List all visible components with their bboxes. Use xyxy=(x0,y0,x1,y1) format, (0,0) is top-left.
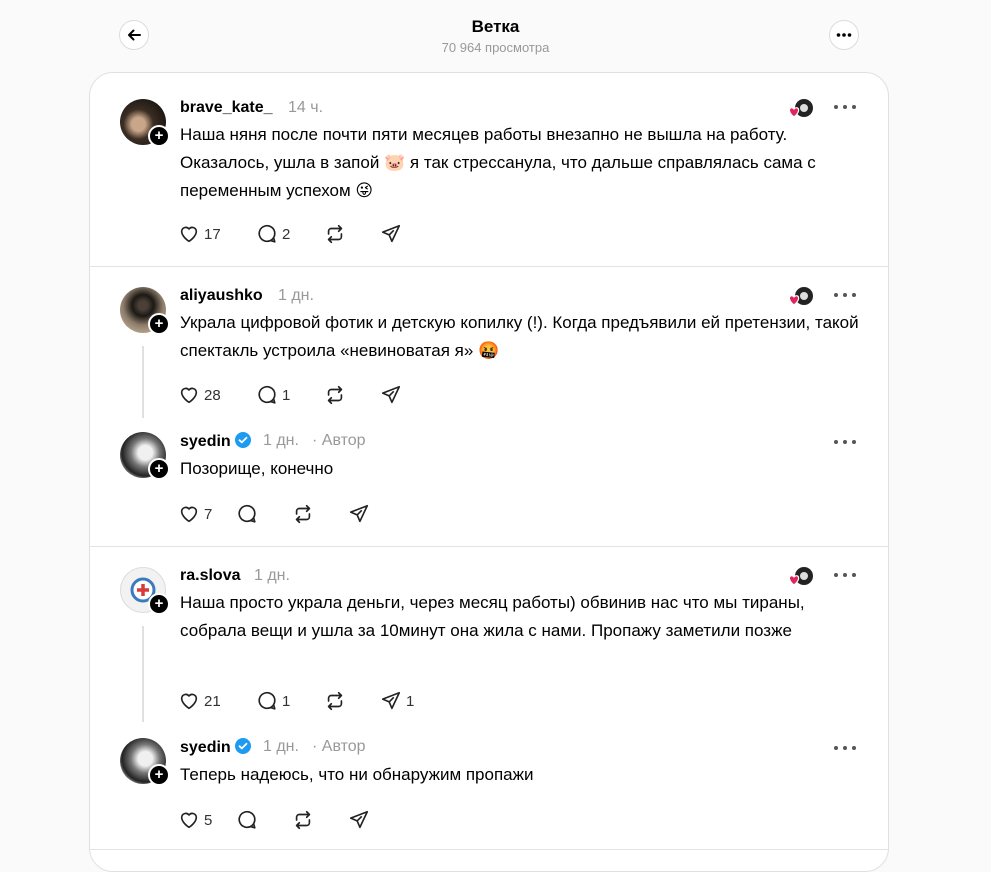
top-bar: Ветка 70 964 просмотра xyxy=(0,0,991,72)
paper-plane-icon xyxy=(381,691,401,710)
username-row: syedin xyxy=(180,738,252,757)
reply-button[interactable]: 2 xyxy=(256,222,290,246)
author-liked-icon xyxy=(788,565,814,589)
thread-line xyxy=(142,626,144,722)
follow-plus-icon[interactable]: + xyxy=(148,764,170,786)
reply-count: 1 xyxy=(282,692,291,710)
repost-button[interactable] xyxy=(292,808,314,832)
post: + brave_kate_ 14 ч. Наша няня после почт… xyxy=(90,73,888,266)
like-count: 5 xyxy=(204,811,213,829)
username[interactable]: brave_kate_ xyxy=(180,99,273,117)
reply-button[interactable]: 1 xyxy=(256,383,290,407)
heart-icon xyxy=(180,506,198,523)
username-row: syedin xyxy=(180,432,252,451)
username[interactable]: syedin xyxy=(180,433,231,450)
author-liked-icon xyxy=(788,285,814,309)
post-more-icon[interactable] xyxy=(834,572,856,578)
post-more-icon[interactable] xyxy=(834,745,856,751)
timestamp[interactable]: 1 дн. xyxy=(263,738,299,756)
share-button[interactable] xyxy=(380,383,402,407)
share-button[interactable] xyxy=(380,222,402,246)
username[interactable]: ra.slova xyxy=(180,567,240,585)
reply-count: 1 xyxy=(282,386,291,404)
follow-plus-icon[interactable]: + xyxy=(148,313,170,335)
timestamp[interactable]: 1 дн. xyxy=(263,432,299,450)
more-options-button[interactable] xyxy=(829,20,859,50)
post-more-icon[interactable] xyxy=(834,104,856,110)
heart-icon xyxy=(180,226,198,243)
post-more-icon[interactable] xyxy=(834,292,856,298)
like-count: 7 xyxy=(204,505,213,523)
share-button[interactable] xyxy=(348,808,370,832)
repost-icon xyxy=(295,810,311,830)
paper-plane-icon xyxy=(349,810,369,829)
share-count: 1 xyxy=(406,692,415,710)
like-count: 17 xyxy=(204,225,221,243)
post-text: Наша просто украла деньги, через месяц р… xyxy=(180,593,805,640)
repost-button[interactable] xyxy=(324,383,346,407)
thread-card: + brave_kate_ 14 ч. Наша няня после почт… xyxy=(89,72,889,872)
heart-icon xyxy=(180,693,198,710)
like-button[interactable]: 5 xyxy=(178,808,212,832)
repost-icon xyxy=(295,504,311,524)
verified-badge-icon xyxy=(235,432,252,448)
ellipsis-icon xyxy=(836,33,852,37)
timestamp[interactable]: 1 дн. xyxy=(278,287,314,305)
repost-icon xyxy=(327,691,343,711)
reply-button[interactable] xyxy=(236,502,258,526)
author-label: · Автор xyxy=(312,738,366,755)
post-text: Позорище, конечно xyxy=(180,459,334,478)
divider xyxy=(90,849,888,850)
post: + aliyaushko 1 дн. Украла цифровой фотик… xyxy=(90,266,888,546)
follow-plus-icon[interactable]: + xyxy=(148,458,170,480)
post-text: Украла цифровой фотик и детскую копилку … xyxy=(180,313,859,360)
author-label: · Автор xyxy=(312,432,366,449)
reply-count: 2 xyxy=(282,225,291,243)
follow-plus-icon[interactable]: + xyxy=(148,593,170,615)
speech-bubble-icon xyxy=(258,691,276,710)
paper-plane-icon xyxy=(381,224,401,243)
like-button[interactable]: 28 xyxy=(178,383,221,407)
repost-button[interactable] xyxy=(324,689,346,713)
speech-bubble-icon xyxy=(258,224,276,243)
author-liked-icon xyxy=(788,97,814,121)
heart-icon xyxy=(180,812,198,829)
post: + ra.slova 1 дн. Наша просто украла день… xyxy=(90,546,888,871)
speech-bubble-icon xyxy=(238,504,256,523)
like-button[interactable]: 7 xyxy=(178,502,212,526)
repost-button[interactable] xyxy=(292,502,314,526)
thread-line xyxy=(142,346,144,418)
verified-badge-icon xyxy=(235,738,252,754)
reply-button[interactable]: 1 xyxy=(256,689,290,713)
like-button[interactable]: 21 xyxy=(178,689,221,713)
speech-bubble-icon xyxy=(258,385,276,404)
username[interactable]: syedin xyxy=(180,739,231,756)
follow-plus-icon[interactable]: + xyxy=(148,125,170,147)
post-text: Теперь надеюсь, что ни обнаружим пропажи xyxy=(180,765,534,784)
repost-icon xyxy=(327,385,343,405)
username[interactable]: aliyaushko xyxy=(180,287,263,305)
timestamp[interactable]: 1 дн. xyxy=(254,567,290,585)
reply-button[interactable] xyxy=(236,808,258,832)
like-count: 21 xyxy=(204,692,221,710)
speech-bubble-icon xyxy=(238,810,256,829)
share-button[interactable]: 1 xyxy=(380,689,414,713)
like-button[interactable]: 17 xyxy=(178,222,221,246)
like-count: 28 xyxy=(204,386,221,404)
heart-icon xyxy=(180,387,198,404)
repost-button[interactable] xyxy=(324,222,346,246)
post-more-icon[interactable] xyxy=(834,439,856,445)
paper-plane-icon xyxy=(381,385,401,404)
paper-plane-icon xyxy=(349,504,369,523)
timestamp[interactable]: 14 ч. xyxy=(288,99,323,117)
post-text: Наша няня после почти пяти месяцев работ… xyxy=(180,125,816,200)
share-button[interactable] xyxy=(348,502,370,526)
repost-icon xyxy=(327,224,343,244)
